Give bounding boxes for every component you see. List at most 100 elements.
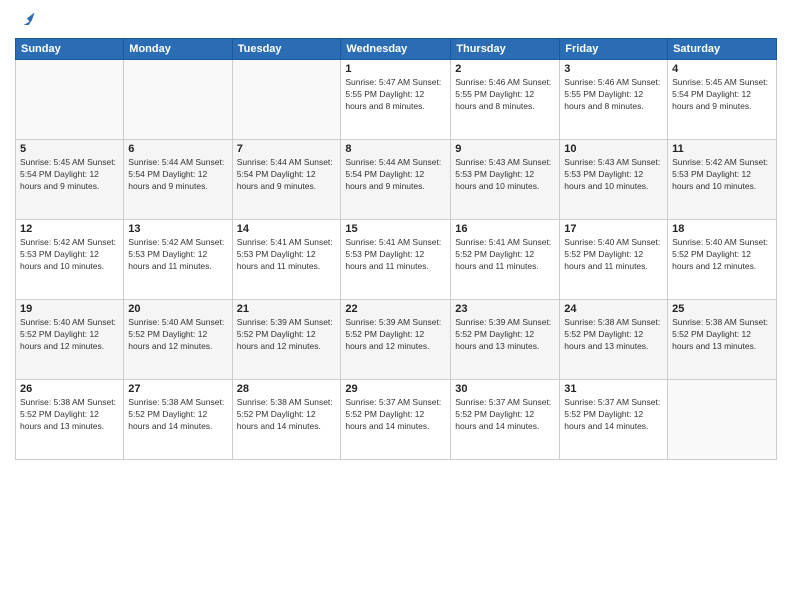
calendar-cell: 14 Sunrise: 5:41 AM Sunset: 5:53 PM Dayli… bbox=[232, 220, 341, 300]
day-number: 3 bbox=[564, 63, 663, 75]
day-number: 6 bbox=[128, 143, 227, 155]
calendar-cell: 17 Sunrise: 5:40 AM Sunset: 5:52 PM Dayli… bbox=[560, 220, 668, 300]
day-info: Sunrise: 5:38 AM Sunset: 5:52 PM Dayligh… bbox=[672, 317, 772, 353]
calendar-cell: 21 Sunrise: 5:39 AM Sunset: 5:52 PM Dayli… bbox=[232, 300, 341, 380]
day-info: Sunrise: 5:39 AM Sunset: 5:52 PM Dayligh… bbox=[345, 317, 446, 353]
day-info: Sunrise: 5:43 AM Sunset: 5:53 PM Dayligh… bbox=[455, 157, 555, 193]
day-number: 24 bbox=[564, 303, 663, 315]
day-info: Sunrise: 5:38 AM Sunset: 5:52 PM Dayligh… bbox=[564, 317, 663, 353]
calendar-cell: 23Sunrise: 5:39 AM Sunset: 5:52 PM Dayli… bbox=[451, 300, 560, 380]
day-number: 20 bbox=[128, 303, 227, 315]
day-number: 27 bbox=[128, 383, 227, 395]
day-info: Sunrise: 5:40 AM Sunset: 5:52 PM Dayligh… bbox=[564, 237, 663, 273]
day-info: Sunrise: 5:38 AM Sunset: 5:52 PM Dayligh… bbox=[237, 397, 337, 433]
day-info: Sunrise: 5:46 AM Sunset: 5:55 PM Dayligh… bbox=[455, 77, 555, 113]
day-info: Sunrise: 5:46 AM Sunset: 5:55 PM Dayligh… bbox=[564, 77, 663, 113]
day-number: 28 bbox=[237, 383, 337, 395]
calendar-cell: 24 Sunrise: 5:38 AM Sunset: 5:52 PM Dayli… bbox=[560, 300, 668, 380]
calendar-cell: 15 Sunrise: 5:41 AM Sunset: 5:53 PM Dayli… bbox=[341, 220, 451, 300]
calendar-cell: 26 Sunrise: 5:38 AM Sunset: 5:52 PM Dayli… bbox=[16, 380, 124, 460]
calendar-cell: 2Sunrise: 5:46 AM Sunset: 5:55 PM Daylig… bbox=[451, 60, 560, 140]
week-row-1: 1 Sunrise: 5:47 AM Sunset: 5:55 PM Daylig… bbox=[16, 60, 777, 140]
day-info: Sunrise: 5:41 AM Sunset: 5:53 PM Dayligh… bbox=[345, 237, 446, 273]
day-number: 30 bbox=[455, 383, 555, 395]
logo-bird-icon bbox=[17, 10, 37, 30]
day-info: Sunrise: 5:37 AM Sunset: 5:52 PM Dayligh… bbox=[564, 397, 663, 433]
day-number: 16 bbox=[455, 223, 555, 235]
day-info: Sunrise: 5:43 AM Sunset: 5:53 PM Dayligh… bbox=[564, 157, 663, 193]
calendar-cell bbox=[16, 60, 124, 140]
day-number: 7 bbox=[237, 143, 337, 155]
week-row-2: 5 Sunrise: 5:45 AM Sunset: 5:54 PM Daylig… bbox=[16, 140, 777, 220]
calendar-cell: 25 Sunrise: 5:38 AM Sunset: 5:52 PM Dayli… bbox=[668, 300, 777, 380]
day-number: 18 bbox=[672, 223, 772, 235]
calendar-cell bbox=[124, 60, 232, 140]
day-number: 15 bbox=[345, 223, 446, 235]
day-number: 14 bbox=[237, 223, 337, 235]
calendar-cell: 13 Sunrise: 5:42 AM Sunset: 5:53 PM Dayli… bbox=[124, 220, 232, 300]
calendar-cell: 19 Sunrise: 5:40 AM Sunset: 5:52 PM Dayli… bbox=[16, 300, 124, 380]
day-number: 8 bbox=[345, 143, 446, 155]
day-number: 29 bbox=[345, 383, 446, 395]
day-info: Sunrise: 5:44 AM Sunset: 5:54 PM Dayligh… bbox=[345, 157, 446, 193]
day-info: Sunrise: 5:38 AM Sunset: 5:52 PM Dayligh… bbox=[128, 397, 227, 433]
day-info: Sunrise: 5:39 AM Sunset: 5:52 PM Dayligh… bbox=[237, 317, 337, 353]
col-header-wednesday: Wednesday bbox=[341, 39, 451, 60]
col-header-thursday: Thursday bbox=[451, 39, 560, 60]
col-header-saturday: Saturday bbox=[668, 39, 777, 60]
day-number: 26 bbox=[20, 383, 119, 395]
day-info: Sunrise: 5:40 AM Sunset: 5:52 PM Dayligh… bbox=[128, 317, 227, 353]
day-info: Sunrise: 5:47 AM Sunset: 5:55 PM Dayligh… bbox=[345, 77, 446, 113]
day-info: Sunrise: 5:41 AM Sunset: 5:53 PM Dayligh… bbox=[237, 237, 337, 273]
day-number: 5 bbox=[20, 143, 119, 155]
day-number: 1 bbox=[345, 63, 446, 75]
day-number: 17 bbox=[564, 223, 663, 235]
calendar-cell: 30 Sunrise: 5:37 AM Sunset: 5:52 PM Dayli… bbox=[451, 380, 560, 460]
calendar-cell bbox=[668, 380, 777, 460]
day-number: 22 bbox=[345, 303, 446, 315]
calendar-cell: 7 Sunrise: 5:44 AM Sunset: 5:54 PM Daylig… bbox=[232, 140, 341, 220]
col-header-friday: Friday bbox=[560, 39, 668, 60]
day-info: Sunrise: 5:41 AM Sunset: 5:52 PM Dayligh… bbox=[455, 237, 555, 273]
calendar-cell: 22 Sunrise: 5:39 AM Sunset: 5:52 PM Dayli… bbox=[341, 300, 451, 380]
day-info: Sunrise: 5:38 AM Sunset: 5:52 PM Dayligh… bbox=[20, 397, 119, 433]
week-row-4: 19 Sunrise: 5:40 AM Sunset: 5:52 PM Dayli… bbox=[16, 300, 777, 380]
day-info: Sunrise: 5:40 AM Sunset: 5:52 PM Dayligh… bbox=[672, 237, 772, 273]
day-info: Sunrise: 5:45 AM Sunset: 5:54 PM Dayligh… bbox=[672, 77, 772, 113]
calendar-cell: 1 Sunrise: 5:47 AM Sunset: 5:55 PM Daylig… bbox=[341, 60, 451, 140]
calendar-table: SundayMondayTuesdayWednesdayThursdayFrid… bbox=[15, 38, 777, 460]
day-info: Sunrise: 5:42 AM Sunset: 5:53 PM Dayligh… bbox=[20, 237, 119, 273]
day-info: Sunrise: 5:37 AM Sunset: 5:52 PM Dayligh… bbox=[455, 397, 555, 433]
calendar-cell: 12 Sunrise: 5:42 AM Sunset: 5:53 PM Dayli… bbox=[16, 220, 124, 300]
calendar-cell: 27 Sunrise: 5:38 AM Sunset: 5:52 PM Dayli… bbox=[124, 380, 232, 460]
calendar-cell: 8 Sunrise: 5:44 AM Sunset: 5:54 PM Daylig… bbox=[341, 140, 451, 220]
calendar-cell: 20 Sunrise: 5:40 AM Sunset: 5:52 PM Dayli… bbox=[124, 300, 232, 380]
day-info: Sunrise: 5:39 AM Sunset: 5:52 PM Dayligh… bbox=[455, 317, 555, 353]
header bbox=[15, 10, 777, 30]
day-number: 19 bbox=[20, 303, 119, 315]
calendar-cell: 28 Sunrise: 5:38 AM Sunset: 5:52 PM Dayli… bbox=[232, 380, 341, 460]
day-number: 25 bbox=[672, 303, 772, 315]
main-container: SundayMondayTuesdayWednesdayThursdayFrid… bbox=[0, 0, 792, 612]
day-number: 10 bbox=[564, 143, 663, 155]
day-number: 12 bbox=[20, 223, 119, 235]
col-header-monday: Monday bbox=[124, 39, 232, 60]
calendar-cell: 11Sunrise: 5:42 AM Sunset: 5:53 PM Dayli… bbox=[668, 140, 777, 220]
calendar-cell: 5 Sunrise: 5:45 AM Sunset: 5:54 PM Daylig… bbox=[16, 140, 124, 220]
day-number: 13 bbox=[128, 223, 227, 235]
day-number: 4 bbox=[672, 63, 772, 75]
week-row-5: 26 Sunrise: 5:38 AM Sunset: 5:52 PM Dayli… bbox=[16, 380, 777, 460]
day-info: Sunrise: 5:40 AM Sunset: 5:52 PM Dayligh… bbox=[20, 317, 119, 353]
calendar-cell: 16 Sunrise: 5:41 AM Sunset: 5:52 PM Dayli… bbox=[451, 220, 560, 300]
day-number: 31 bbox=[564, 383, 663, 395]
calendar-cell: 6 Sunrise: 5:44 AM Sunset: 5:54 PM Daylig… bbox=[124, 140, 232, 220]
day-info: Sunrise: 5:42 AM Sunset: 5:53 PM Dayligh… bbox=[128, 237, 227, 273]
day-info: Sunrise: 5:45 AM Sunset: 5:54 PM Dayligh… bbox=[20, 157, 119, 193]
day-number: 21 bbox=[237, 303, 337, 315]
day-info: Sunrise: 5:44 AM Sunset: 5:54 PM Dayligh… bbox=[128, 157, 227, 193]
calendar-cell: 9 Sunrise: 5:43 AM Sunset: 5:53 PM Daylig… bbox=[451, 140, 560, 220]
day-number: 9 bbox=[455, 143, 555, 155]
day-info: Sunrise: 5:44 AM Sunset: 5:54 PM Dayligh… bbox=[237, 157, 337, 193]
calendar-header-row: SundayMondayTuesdayWednesdayThursdayFrid… bbox=[16, 39, 777, 60]
col-header-sunday: Sunday bbox=[16, 39, 124, 60]
